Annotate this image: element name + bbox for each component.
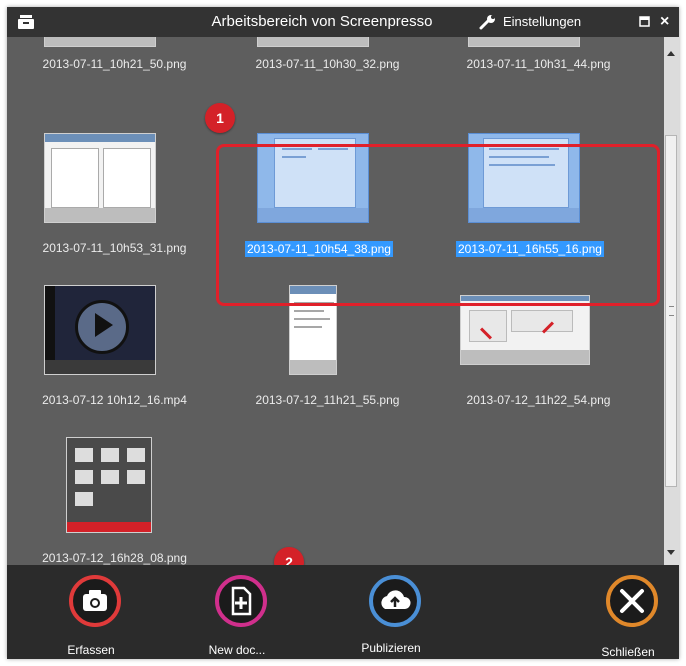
file-item[interactable]: 2013-07-12_11h21_55.png	[225, 285, 430, 425]
file-thumbnail	[257, 37, 369, 47]
file-thumbnail	[44, 37, 156, 47]
restore-icon[interactable]	[639, 16, 650, 27]
close-icon	[606, 575, 658, 627]
file-item[interactable]: 2013-07-11_10h30_32.png	[225, 37, 430, 117]
file-grid: 2013-07-11_10h21_50.png 2013-07-11_10h30…	[7, 37, 664, 565]
capture-button[interactable]: Erfassen	[36, 565, 146, 659]
file-item[interactable]: 2013-07-12_11h22_54.png	[436, 285, 641, 425]
scroll-up-arrow-icon[interactable]	[667, 51, 675, 56]
annotation-badge-2: 2	[274, 547, 304, 565]
file-name: 2013-07-12_16h28_08.png	[42, 551, 187, 565]
grip-icon	[669, 306, 674, 316]
scroll-thumb[interactable]	[665, 135, 677, 487]
add-document-icon	[215, 575, 267, 627]
close-window-icon[interactable]: ×	[660, 12, 669, 32]
file-item[interactable]: 2013-07-12 10h12_16.mp4	[12, 285, 217, 425]
vertical-scrollbar[interactable]	[664, 37, 679, 565]
capture-label: Erfassen	[67, 643, 115, 657]
window-title: Arbeitsbereich von Screenpresso	[211, 13, 433, 30]
settings-button[interactable]: Einstellungen	[479, 7, 581, 37]
close-label: Schließen	[601, 645, 655, 659]
publish-button[interactable]: Publizieren	[336, 565, 446, 659]
close-button[interactable]: Schließen	[573, 565, 679, 659]
wrench-icon	[479, 15, 495, 30]
selection-highlight-box	[216, 144, 660, 306]
file-name: 2013-07-11_10h21_50.png	[42, 57, 187, 71]
file-item[interactable]: 2013-07-11_10h21_50.png	[12, 37, 217, 117]
file-name: 2013-07-12_11h22_54.png	[466, 393, 611, 407]
file-thumbnail	[468, 37, 580, 47]
file-thumbnail	[44, 285, 156, 375]
file-item[interactable]: 2013-07-12_16h28_08.png	[12, 437, 217, 565]
screenpresso-workspace-window: Arbeitsbereich von Screenpresso Einstell…	[7, 7, 679, 659]
publish-label: Publizieren	[361, 641, 421, 655]
new-doc-label: New doc...	[208, 643, 266, 657]
scroll-down-arrow-icon[interactable]	[667, 550, 675, 555]
camera-icon	[69, 575, 121, 627]
new-doc-button[interactable]: New doc...	[182, 565, 292, 659]
file-name: 2013-07-11_10h30_32.png	[255, 57, 400, 71]
file-thumbnail	[66, 437, 152, 533]
file-thumbnail	[44, 133, 156, 223]
file-item[interactable]: 2013-07-11_10h31_44.png	[436, 37, 641, 117]
cloud-upload-icon	[369, 575, 421, 627]
file-name: 2013-07-12_11h21_55.png	[255, 393, 400, 407]
file-name: 2013-07-11_10h53_31.png	[42, 241, 187, 255]
file-item[interactable]: 2013-07-11_10h53_31.png	[12, 133, 217, 273]
annotation-badge-1: 1	[205, 103, 235, 133]
settings-label: Einstellungen	[503, 14, 582, 29]
title-bar: Arbeitsbereich von Screenpresso Einstell…	[7, 7, 679, 37]
file-name: 2013-07-12 10h12_16.mp4	[42, 393, 187, 407]
file-name: 2013-07-11_10h31_44.png	[466, 57, 611, 71]
bottom-toolbar: Erfassen New doc... Publizieren Schließe…	[7, 565, 679, 659]
